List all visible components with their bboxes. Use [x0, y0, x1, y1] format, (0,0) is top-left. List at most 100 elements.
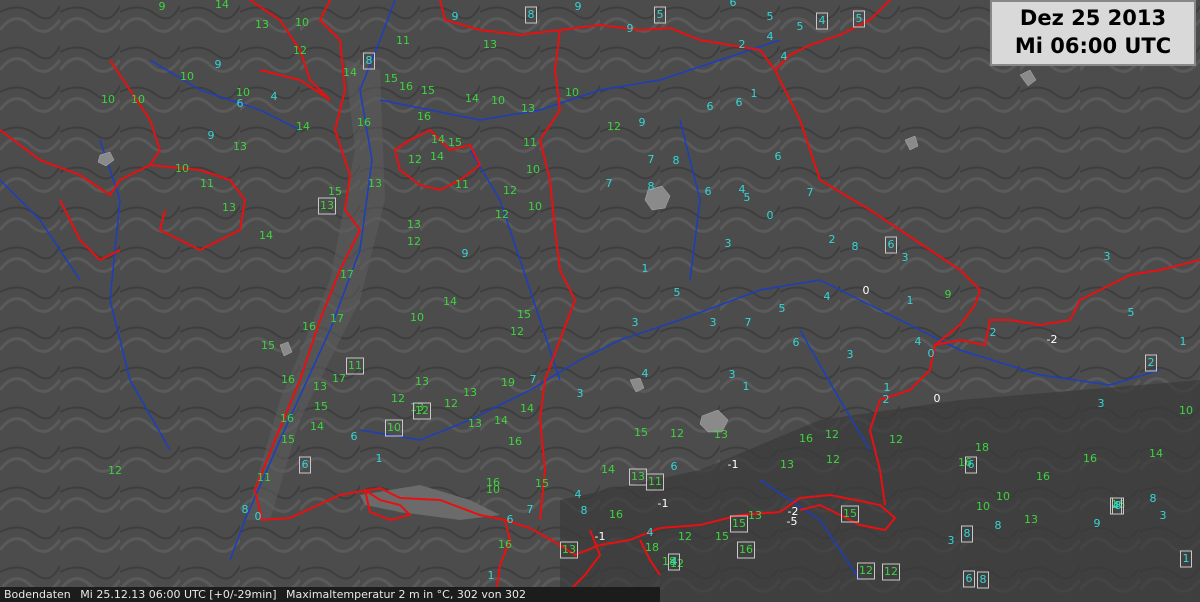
station-boxed-temperature: 10 [385, 419, 403, 437]
station-temperature: 9 [159, 0, 166, 13]
station-temperature: 6 [507, 513, 514, 526]
station-temperature: 5 [1128, 306, 1135, 319]
station-temperature: 15 [328, 185, 342, 198]
station-temperature: 9 [215, 58, 222, 71]
station-temperature: 12 [391, 392, 405, 405]
station-boxed-temperature: 13 [318, 197, 336, 215]
station-temperature: 1 [488, 569, 495, 582]
station-temperature: 14 [310, 420, 324, 433]
station-boxed-value: 16 [739, 543, 753, 556]
station-temperature: 3 [725, 237, 732, 250]
station-boxed-value: 11 [348, 359, 362, 372]
station-temperature: 9 [208, 129, 215, 142]
station-temperature: 12 [826, 453, 840, 466]
station-boxed-temperature: 12 [857, 562, 875, 580]
station-temperature: 13 [483, 38, 497, 51]
station-temperature: 14 [343, 66, 357, 79]
station-boxed-value: 5 [856, 12, 863, 25]
station-temperature: 15 [384, 72, 398, 85]
station-temperature: 4 [767, 30, 774, 43]
station-temperature: 15 [448, 136, 462, 149]
station-temperature: 2 [883, 393, 890, 406]
station-temperature: -1 [728, 458, 739, 471]
station-temperature: 10 [295, 16, 309, 29]
station-temperature: 16 [357, 116, 371, 129]
station-temperature: 19 [501, 376, 515, 389]
station-temperature: 13 [233, 140, 247, 153]
station-temperature: 8 [242, 503, 249, 516]
station-temperature: 4 [271, 90, 278, 103]
station-temperature: 12 [503, 184, 517, 197]
station-temperature: 7 [606, 177, 613, 190]
station-temperature: 14 [520, 402, 534, 415]
station-temperature: 12 [407, 235, 421, 248]
station-temperature: 13 [463, 386, 477, 399]
station-boxed-value: 12 [859, 564, 873, 577]
station-boxed-value: 13 [631, 470, 645, 483]
station-temperature: 16 [417, 110, 431, 123]
station-temperature: 7 [530, 373, 537, 386]
station-temperature: 5 [744, 191, 751, 204]
station-temperature: 7 [527, 503, 534, 516]
station-temperature: 12 [825, 428, 839, 441]
station-temperature: 10 [236, 86, 250, 99]
station-temperature: 3 [1160, 509, 1167, 522]
station-boxed-value: 11 [648, 475, 662, 488]
station-temperature: 10 [526, 163, 540, 176]
station-temperature: 15 [517, 308, 531, 321]
station-temperature: 10 [491, 94, 505, 107]
station-temperature: 0 [767, 209, 774, 222]
station-temperature: 13 [368, 177, 382, 190]
station-temperature: 13 [222, 201, 236, 214]
station-temperature: 8 [995, 519, 1002, 532]
station-temperature: 11 [523, 136, 537, 149]
station-temperature: 7 [745, 316, 752, 329]
station-temperature: 14 [259, 229, 273, 242]
station-temperature: 1 [907, 294, 914, 307]
station-temperature: 7 [807, 186, 814, 199]
station-boxed-value: 5 [657, 8, 664, 21]
station-temperature: 10 [565, 86, 579, 99]
station-temperature: 13 [748, 509, 762, 522]
station-temperature: 16 [609, 508, 623, 521]
station-temperature: 18 [975, 441, 989, 454]
station-temperature: 13 [1024, 513, 1038, 526]
station-boxed-temperature: 12 [413, 402, 431, 420]
station-boxed-value: 8 [528, 8, 535, 21]
station-temperature: 12 [607, 120, 621, 133]
station-temperature: 12 [670, 427, 684, 440]
station-temperature: 15 [281, 433, 295, 446]
station-temperature: 16 [799, 432, 813, 445]
station-temperature: 6 [793, 336, 800, 349]
station-temperature: 12 [510, 325, 524, 338]
station-temperature: 1 [884, 381, 891, 394]
station-boxed-value: 13 [320, 199, 334, 212]
station-boxed-temperature: 15 [730, 515, 748, 533]
station-boxed-value: 8 [366, 54, 373, 67]
station-temperature: 10 [101, 93, 115, 106]
station-temperature: 12 [495, 208, 509, 221]
station-temperature: 9 [575, 0, 582, 13]
valid-time: Mi 06:00 UTC [1014, 34, 1172, 58]
station-temperature: 14 [431, 133, 445, 146]
station-temperature: 4 [824, 290, 831, 303]
station-temperature: 0 [255, 510, 262, 523]
station-temperature: 6 [671, 460, 678, 473]
station-temperature: 13 [468, 417, 482, 430]
station-temperature: -1 [658, 497, 669, 510]
station-temperature: 6 [730, 0, 737, 9]
station-temperature: 11 [455, 178, 469, 191]
station-temperature: -2 [1047, 333, 1058, 346]
station-temperature: 16 [302, 320, 316, 333]
station-temperature: 10 [131, 93, 145, 106]
station-boxed-temperature: 15 [841, 505, 859, 523]
station-boxed-value: 2 [1148, 356, 1155, 369]
station-temperature: 0 [934, 392, 941, 405]
station-temperature: 13 [255, 18, 269, 31]
station-temperature: 16 [508, 435, 522, 448]
station-boxed-value: 12 [415, 404, 429, 417]
station-temperature: 12 [108, 464, 122, 477]
station-temperature: 15 [634, 426, 648, 439]
station-boxed-value: 8 [964, 527, 971, 540]
station-temperature: 16 [280, 412, 294, 425]
